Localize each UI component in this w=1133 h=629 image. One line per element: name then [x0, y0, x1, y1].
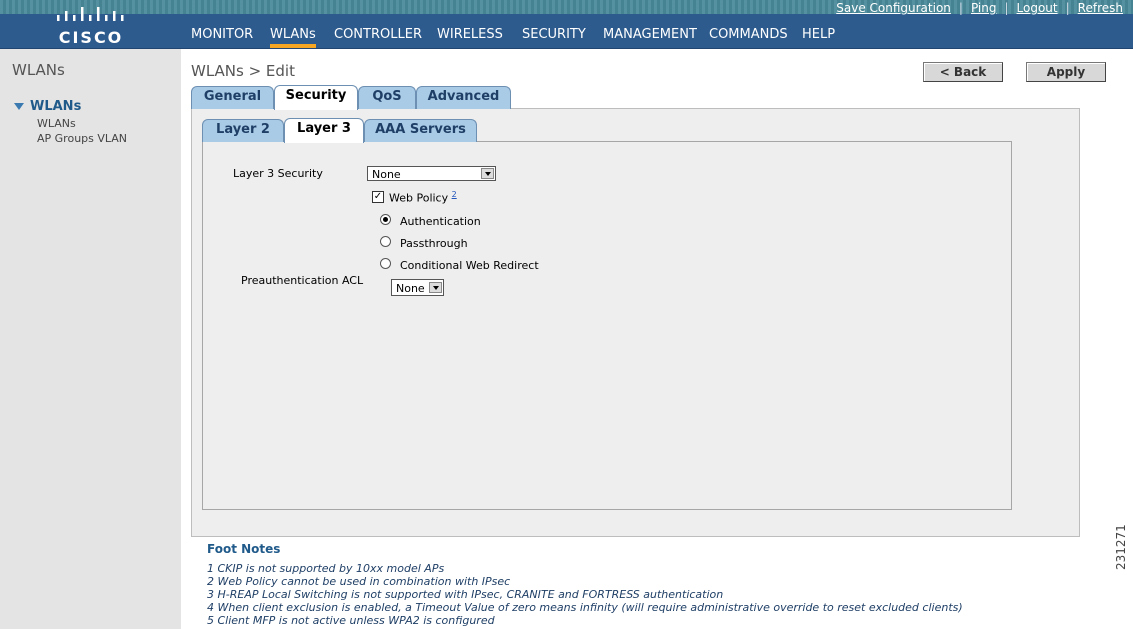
menu-help[interactable]: HELP [802, 26, 835, 48]
subtab-layer-2[interactable]: Layer 2 [202, 119, 284, 142]
footnote-item: 5 Client MFP is not active unless WPA2 i… [207, 614, 495, 627]
sidebar-title: WLANs [12, 61, 65, 79]
tab-general[interactable]: General [191, 86, 274, 109]
menu-wireless[interactable]: WIRELESS [437, 26, 503, 48]
footnote-ref-link[interactable]: 2 [452, 190, 457, 199]
preauth-acl-label: Preauthentication ACL [241, 274, 364, 287]
link-separator: | [1065, 1, 1070, 15]
cisco-bridge-icon [57, 7, 124, 21]
menu-monitor[interactable]: MONITOR [191, 26, 253, 48]
menu-wlans[interactable]: WLANs [270, 26, 316, 48]
chevron-down-icon[interactable] [481, 168, 494, 179]
subtab-aaa-servers[interactable]: AAA Servers [364, 119, 477, 142]
cisco-wordmark: CISCO [58, 28, 124, 47]
preauth-acl-select[interactable]: None [391, 279, 444, 296]
footnote-item: 1 CKIP is not supported by 10xx model AP… [207, 562, 445, 575]
figure-number: 231271 [1114, 524, 1128, 570]
layer3-security-select[interactable]: None [367, 166, 496, 181]
sidebar-section-wlans[interactable]: WLANs [14, 99, 81, 114]
link-separator: | [958, 1, 963, 15]
radio-authentication-label: Authentication [400, 215, 481, 228]
footnotes-title: Foot Notes [207, 542, 281, 556]
top-links: Save Configuration | Ping | Logout | Refresh [836, 1, 1123, 15]
link-separator: | [1004, 1, 1009, 15]
menu-commands[interactable]: COMMANDS [709, 26, 788, 48]
layer3-subtab-panel [202, 141, 1012, 510]
radio-passthrough[interactable] [380, 236, 391, 247]
refresh-link[interactable]: Refresh [1078, 1, 1123, 15]
cisco-logo: CISCO [52, 4, 132, 47]
web-policy-label: Web Policy 2 [389, 190, 457, 205]
preauth-acl-value: None [396, 282, 425, 295]
sidebar-item-wlans[interactable]: WLANs [37, 117, 76, 130]
footnote-item: 4 When client exclusion is enabled, a Ti… [207, 601, 963, 614]
menu-security[interactable]: SECURITY [522, 26, 586, 48]
footnote-item: 3 H-REAP Local Switching is not supporte… [207, 588, 724, 601]
layer3-security-label: Layer 3 Security [233, 167, 323, 180]
menu-management[interactable]: MANAGEMENT [603, 26, 697, 48]
radio-authentication[interactable] [380, 214, 391, 225]
layer3-security-value: None [372, 168, 401, 181]
chevron-down-icon[interactable] [429, 282, 442, 293]
ping-link[interactable]: Ping [971, 1, 997, 15]
top-header-bar: CISCO Save Configuration | Ping | Logout | Ref… [0, 0, 1133, 49]
tab-qos[interactable]: QoS [358, 86, 416, 109]
web-policy-text: Web Policy [389, 191, 449, 205]
apply-button[interactable]: Apply [1026, 62, 1106, 82]
sidebar-section-label: WLANs [30, 99, 82, 114]
subtab-layer-3[interactable]: Layer 3 [284, 118, 364, 143]
logout-link[interactable]: Logout [1017, 1, 1058, 15]
menu-controller[interactable]: CONTROLLER [334, 26, 422, 48]
back-button[interactable]: < Back [923, 62, 1003, 82]
radio-conditional-web-redirect-label: Conditional Web Redirect [400, 259, 539, 272]
footnote-item: 2 Web Policy cannot be used in combinati… [207, 575, 511, 588]
radio-passthrough-label: Passthrough [400, 237, 468, 250]
tab-security[interactable]: Security [274, 85, 358, 110]
web-policy-checkbox[interactable]: ✓ [372, 191, 384, 203]
page-title: WLANs > Edit [191, 62, 295, 80]
radio-conditional-web-redirect[interactable] [380, 258, 391, 269]
sidebar-item-ap-groups-vlan[interactable]: AP Groups VLAN [37, 132, 127, 145]
expand-triangle-icon[interactable] [14, 103, 24, 110]
tab-advanced[interactable]: Advanced [416, 86, 511, 109]
save-configuration-link[interactable]: Save Configuration [836, 1, 951, 15]
sidebar: WLANs WLANs WLANs AP Groups VLAN [0, 49, 181, 629]
